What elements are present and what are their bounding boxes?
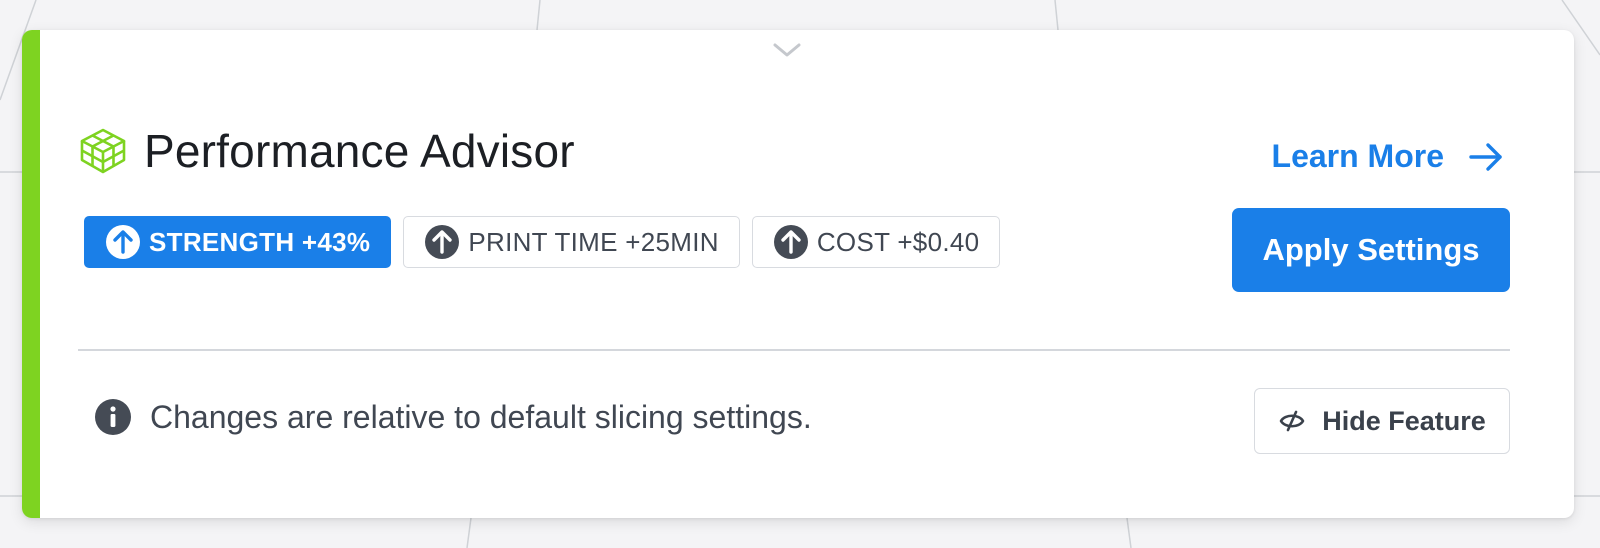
- info-row: Changes are relative to default slicing …: [94, 398, 812, 436]
- infill-cube-icon: [78, 126, 128, 176]
- metric-label: COST +$0.40: [816, 226, 980, 257]
- title-row: Performance Advisor: [78, 124, 575, 178]
- performance-advisor-panel: Performance Advisor Learn More STRENGTH …: [22, 30, 1574, 518]
- divider: [78, 349, 1510, 351]
- chevron-down-icon[interactable]: [772, 38, 802, 62]
- info-icon: [94, 398, 132, 436]
- metrics-row: STRENGTH +43% PRINT TIME +25MIN COST +$0…: [84, 216, 1001, 268]
- arrow-up-circle-icon: [105, 224, 141, 260]
- metric-cost[interactable]: COST +$0.40: [751, 216, 1001, 268]
- learn-more-label: Learn More: [1271, 138, 1444, 174]
- apply-settings-button[interactable]: Apply Settings: [1232, 208, 1510, 292]
- arrow-up-circle-icon: [773, 224, 809, 260]
- arrow-up-circle-icon: [424, 224, 460, 260]
- arrow-right-icon: [1468, 142, 1504, 172]
- hide-feature-label: Hide Feature: [1322, 405, 1486, 436]
- metric-label: STRENGTH +43%: [149, 226, 371, 257]
- hide-feature-button[interactable]: Hide Feature: [1254, 388, 1510, 454]
- eye-slash-icon: [1278, 407, 1306, 435]
- metric-strength[interactable]: STRENGTH +43%: [84, 216, 392, 268]
- info-text: Changes are relative to default slicing …: [150, 398, 812, 435]
- panel-title: Performance Advisor: [144, 125, 575, 177]
- metric-label: PRINT TIME +25MIN: [468, 226, 719, 257]
- metric-print-time[interactable]: PRINT TIME +25MIN: [403, 216, 740, 268]
- accent-bar: [22, 30, 40, 518]
- learn-more-link[interactable]: Learn More: [1272, 138, 1504, 175]
